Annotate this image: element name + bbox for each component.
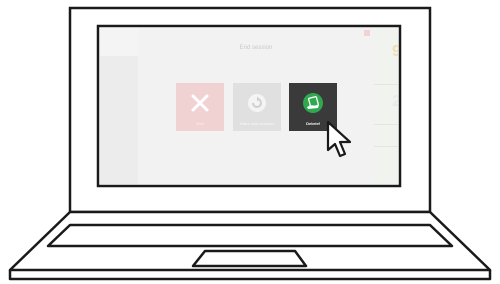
vitals-monitor: 95 24 [374, 28, 398, 184]
left-panel-header [100, 28, 138, 56]
heart-rate-value: 95 [392, 43, 398, 60]
divider [374, 124, 398, 125]
laptop-illustration: 95 24 End session Exit Start new session [0, 0, 500, 284]
close-icon[interactable] [364, 30, 370, 36]
exit-label: Exit [196, 121, 204, 126]
dialog-title: End session [239, 45, 273, 51]
resp-rate-value: 24 [392, 93, 398, 110]
divider [374, 146, 398, 147]
debrief-icon [303, 93, 323, 113]
start-new-session-label: Start new session [239, 121, 274, 126]
left-panel [100, 28, 138, 184]
screen: 95 24 End session Exit Start new session [100, 28, 398, 184]
mouse-pointer-icon [326, 120, 352, 158]
divider [374, 84, 398, 85]
start-new-session-button[interactable]: Start new session [233, 83, 281, 131]
exit-button[interactable]: Exit [176, 83, 224, 131]
close-x-icon [191, 94, 209, 112]
restart-icon [248, 94, 266, 112]
